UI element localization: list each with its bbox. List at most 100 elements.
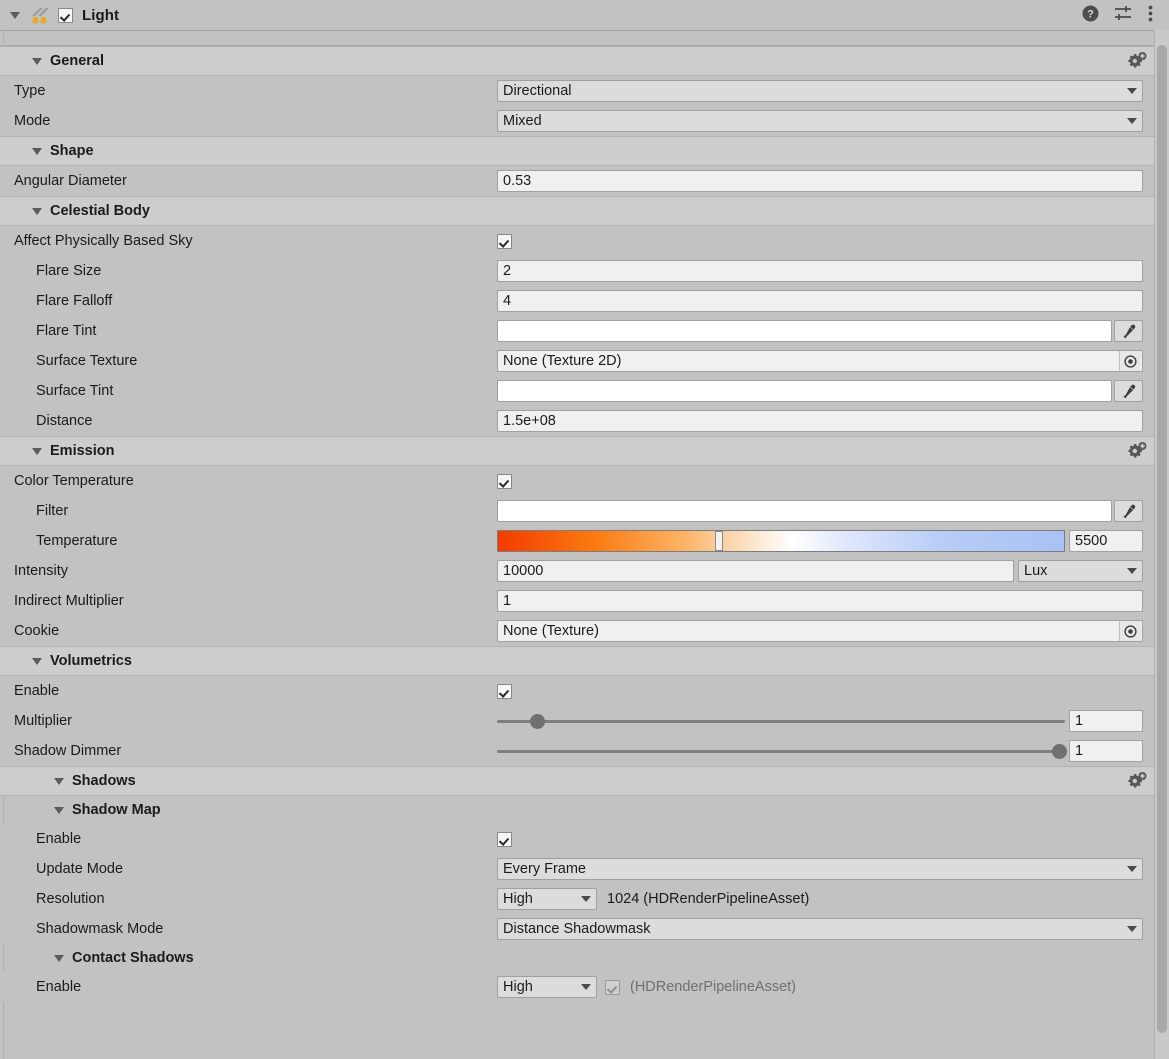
field-control: 0.53: [497, 170, 1143, 192]
section-header-shape[interactable]: Shape: [0, 136, 1169, 166]
field-control: [497, 320, 1143, 342]
row-surface-texture: Surface Texture None (Texture 2D): [0, 346, 1169, 376]
angular-diameter-input[interactable]: 0.53: [497, 170, 1143, 192]
foldout-arrow-icon[interactable]: [32, 657, 42, 665]
row-color-temperature: Color Temperature: [0, 466, 1169, 496]
section-title: Emission: [50, 443, 115, 459]
dropdown-value: Distance Shadowmask: [503, 921, 651, 937]
temperature-value-input[interactable]: 5500: [1069, 530, 1143, 552]
surface-tint-color-swatch[interactable]: [497, 380, 1112, 402]
component-titlebar: Light ?: [0, 0, 1169, 31]
color-temperature-checkbox[interactable]: [497, 473, 512, 489]
shadow-dimmer-slider[interactable]: [497, 740, 1067, 762]
multiplier-value-input[interactable]: 1: [1069, 710, 1143, 732]
foldout-arrow-icon[interactable]: [32, 57, 42, 65]
field-control: [497, 500, 1143, 522]
foldout-arrow-icon[interactable]: [54, 954, 64, 962]
field-control: [497, 233, 1143, 249]
row-distance: Distance 1.5e+08: [0, 406, 1169, 436]
field-control: High 1024 (HDRenderPipelineAsset): [497, 888, 1143, 910]
chevron-down-icon: [1127, 926, 1137, 932]
subsection-header-shadow-map[interactable]: Shadow Map: [0, 796, 1169, 824]
foldout-arrow-icon[interactable]: [54, 777, 64, 785]
affect-sky-checkbox[interactable]: [497, 233, 512, 249]
row-contact-shadows-enable: Enable High (HDRenderPipelineAsset): [0, 972, 1169, 1002]
row-temperature: Temperature 5500: [0, 526, 1169, 556]
filter-color-swatch[interactable]: [497, 500, 1112, 522]
chevron-down-icon: [581, 896, 591, 902]
multiplier-slider[interactable]: [497, 710, 1065, 732]
contact-shadows-enable-checkbox[interactable]: [605, 979, 620, 995]
component-title: Light: [82, 6, 120, 24]
scrollbar-thumb[interactable]: [1157, 45, 1167, 1034]
dropdown-value: Every Frame: [503, 861, 586, 877]
intensity-unit-dropdown[interactable]: Lux: [1018, 560, 1143, 582]
gear-plus-icon[interactable]: [1128, 442, 1147, 464]
shadowmask-mode-dropdown[interactable]: Distance Shadowmask: [497, 918, 1143, 940]
slider-knob[interactable]: [529, 713, 545, 729]
type-dropdown[interactable]: Directional: [497, 80, 1143, 102]
resolution-override-label: 1024 (HDRenderPipelineAsset): [607, 891, 810, 907]
section-title: Volumetrics: [50, 653, 132, 669]
resolution-dropdown[interactable]: High: [497, 888, 597, 910]
distance-input[interactable]: 1.5e+08: [497, 410, 1143, 432]
shadow-dimmer-value-input[interactable]: 1: [1069, 740, 1143, 762]
field-label: Shadow Dimmer: [14, 743, 122, 759]
row-flare-falloff: Flare Falloff 4: [0, 286, 1169, 316]
flare-falloff-input[interactable]: 4: [497, 290, 1143, 312]
subsection-title: Shadow Map: [72, 802, 161, 818]
more-menu-icon[interactable]: [1148, 5, 1153, 26]
eyedropper-icon[interactable]: [1114, 500, 1143, 522]
component-foldout-arrow-icon[interactable]: [10, 11, 20, 19]
flare-tint-color-swatch[interactable]: [497, 320, 1112, 342]
slider-track: [497, 719, 1065, 723]
temperature-slider-handle[interactable]: [714, 531, 723, 551]
gear-plus-icon[interactable]: [1128, 52, 1147, 74]
update-mode-dropdown[interactable]: Every Frame: [497, 858, 1143, 880]
vertical-scrollbar[interactable]: [1154, 30, 1169, 1059]
help-icon[interactable]: ?: [1082, 5, 1099, 26]
foldout-arrow-icon[interactable]: [32, 207, 42, 215]
field-label: Flare Size: [36, 263, 102, 279]
mode-dropdown[interactable]: Mixed: [497, 110, 1143, 132]
section-header-emission[interactable]: Emission: [0, 436, 1169, 466]
row-filter: Filter: [0, 496, 1169, 526]
contact-shadows-quality-dropdown[interactable]: High: [497, 976, 597, 998]
field-control: High (HDRenderPipelineAsset): [497, 976, 1143, 998]
temperature-gradient-slider[interactable]: [497, 530, 1065, 552]
intensity-input[interactable]: 10000: [497, 560, 1014, 582]
light-component-icon: [29, 5, 51, 25]
preset-icon[interactable]: [1114, 5, 1133, 26]
field-label: Cookie: [14, 623, 60, 639]
foldout-arrow-icon[interactable]: [32, 147, 42, 155]
foldout-arrow-icon[interactable]: [32, 447, 42, 455]
indirect-multiplier-input[interactable]: 1: [497, 590, 1143, 612]
gear-plus-icon[interactable]: [1128, 772, 1147, 794]
object-picker-icon[interactable]: [1119, 621, 1141, 641]
field-control: [497, 683, 1143, 699]
section-header-general[interactable]: General: [0, 46, 1169, 76]
field-label: Surface Texture: [36, 353, 138, 369]
foldout-arrow-icon[interactable]: [54, 806, 64, 814]
row-angular-diameter: Angular Diameter 0.53: [0, 166, 1169, 196]
surface-texture-object-field[interactable]: None (Texture 2D): [497, 350, 1143, 372]
cookie-object-field[interactable]: None (Texture): [497, 620, 1143, 642]
row-intensity: Intensity 10000 Lux: [0, 556, 1169, 586]
section-header-volumetrics[interactable]: Volumetrics: [0, 646, 1169, 676]
field-label: Flare Falloff: [36, 293, 113, 309]
field-control: 2: [497, 260, 1143, 282]
flare-size-input[interactable]: 2: [497, 260, 1143, 282]
eyedropper-icon[interactable]: [1114, 380, 1143, 402]
shadowmap-enable-checkbox[interactable]: [497, 831, 512, 847]
subsection-header-contact-shadows[interactable]: Contact Shadows: [0, 944, 1169, 972]
slider-knob[interactable]: [1052, 743, 1067, 759]
component-enabled-checkbox[interactable]: [58, 7, 73, 23]
section-header-celestial-body[interactable]: Celestial Body: [0, 196, 1169, 226]
object-picker-icon[interactable]: [1119, 351, 1141, 371]
eyedropper-icon[interactable]: [1114, 320, 1143, 342]
row-resolution: Resolution High 1024 (HDRenderPipelineAs…: [0, 884, 1169, 914]
field-control: 10000 Lux: [497, 560, 1143, 582]
section-header-shadows[interactable]: Shadows: [0, 766, 1169, 796]
volumetrics-enable-checkbox[interactable]: [497, 683, 512, 699]
chevron-down-icon: [1127, 118, 1137, 124]
